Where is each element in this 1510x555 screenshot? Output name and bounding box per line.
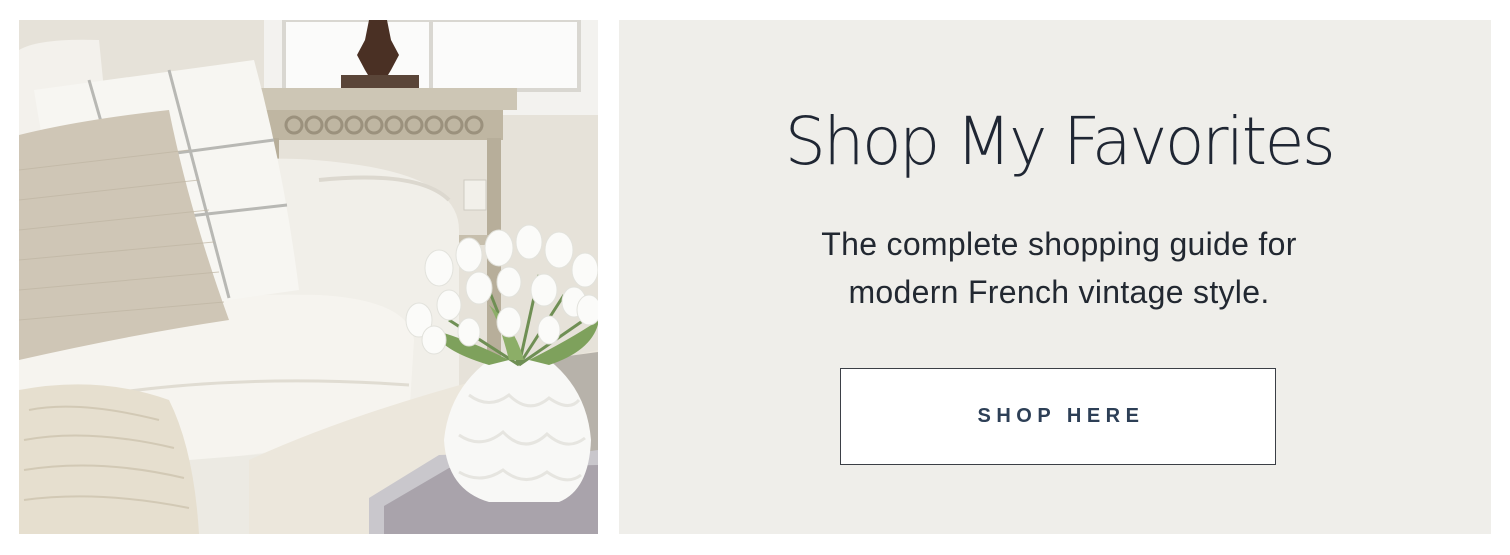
shop-here-button[interactable]: SHOP HERE — [840, 368, 1276, 465]
shop-favorites-banner: Shop My Favorites The complete shopping … — [0, 0, 1510, 555]
subtitle: The complete shopping guide for modern F… — [619, 220, 1499, 316]
promo-panel: Shop My Favorites The complete shopping … — [619, 20, 1491, 534]
living-room-photo — [19, 20, 598, 534]
subtitle-line-2: modern French vintage style. — [848, 274, 1270, 310]
page-title: Shop My Favorites — [784, 103, 1336, 180]
subtitle-line-1: The complete shopping guide for — [821, 226, 1297, 262]
